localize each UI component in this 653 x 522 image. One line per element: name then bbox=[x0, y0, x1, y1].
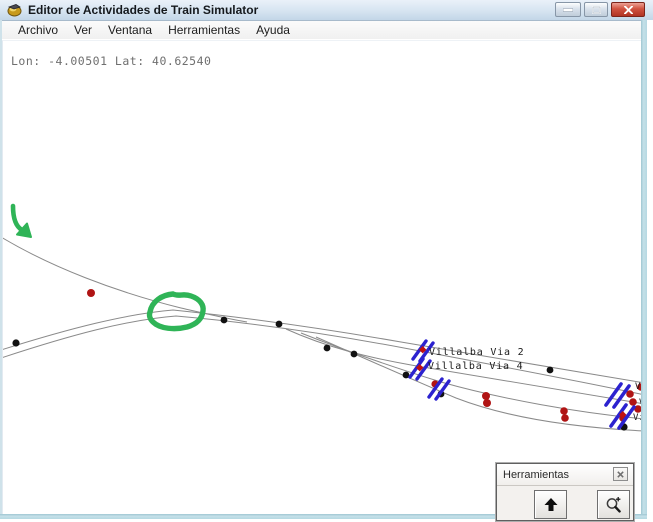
maximize-button[interactable] bbox=[584, 2, 608, 17]
menu-item-ventana[interactable]: Ventana bbox=[100, 22, 160, 38]
place-arrow-button[interactable] bbox=[534, 490, 567, 519]
platform-marker[interactable] bbox=[429, 379, 449, 399]
menu-item-ayuda[interactable]: Ayuda bbox=[248, 22, 298, 38]
toolbox-close-button[interactable] bbox=[613, 467, 628, 481]
track-lines[interactable] bbox=[3, 237, 642, 431]
track-label-villalba-via-2: Villalba Via 2 bbox=[429, 347, 525, 358]
toolbox-title: Herramientas bbox=[503, 469, 569, 481]
window-titlebar[interactable]: Editor de Actividades de Train Simulator bbox=[0, 0, 653, 21]
maximize-icon bbox=[592, 6, 601, 14]
app-icon bbox=[7, 3, 22, 17]
track-map[interactable] bbox=[3, 41, 642, 515]
track-map-canvas[interactable]: Lon: -4.00501 Lat: 40.62540 bbox=[2, 40, 642, 515]
arrow-up-icon bbox=[543, 497, 559, 512]
herramientas-toolbox[interactable]: Herramientas bbox=[496, 463, 634, 521]
toolbox-titlebar[interactable]: Herramientas bbox=[497, 464, 633, 486]
track-label-villalba-via-4: Villalba Via 4 bbox=[428, 361, 524, 372]
window-border-left bbox=[0, 20, 2, 519]
menu-item-ver[interactable]: Ver bbox=[66, 22, 100, 38]
menu-item-herramientas[interactable]: Herramientas bbox=[160, 22, 248, 38]
zoom-in-button[interactable] bbox=[597, 490, 630, 519]
desktop-background bbox=[647, 20, 653, 522]
minimize-button[interactable] bbox=[555, 2, 581, 17]
close-icon bbox=[617, 471, 624, 478]
green-arrow-annotation bbox=[13, 206, 22, 230]
close-button[interactable] bbox=[611, 2, 645, 17]
magnifier-plus-icon bbox=[605, 496, 622, 513]
menu-bar: Archivo Ver Ventana Herramientas Ayuda bbox=[0, 21, 653, 39]
close-icon bbox=[624, 6, 633, 14]
platform-marker[interactable] bbox=[410, 359, 430, 379]
menu-item-archivo[interactable]: Archivo bbox=[10, 22, 66, 38]
window-title: Editor de Actividades de Train Simulator bbox=[28, 3, 258, 17]
minimize-icon bbox=[563, 8, 573, 12]
